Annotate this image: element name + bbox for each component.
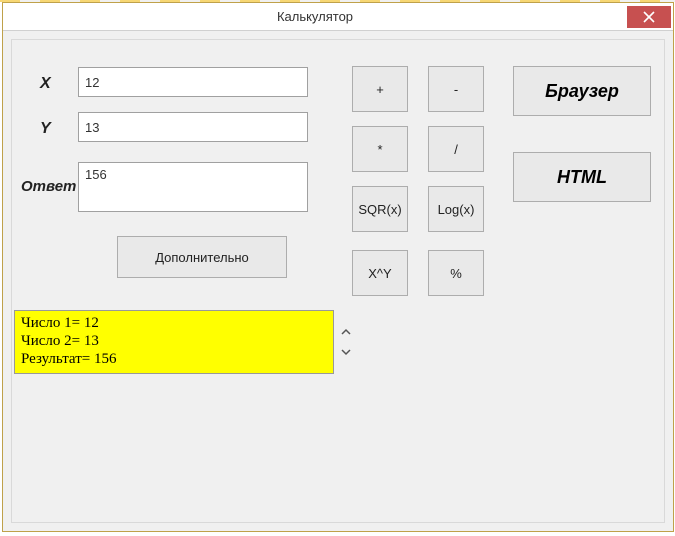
calculator-window: Калькулятор X Y Ответ 156 Дополнительно … (2, 2, 674, 532)
sqr-button[interactable]: SQR(x) (352, 186, 408, 232)
power-button[interactable]: X^Y (352, 250, 408, 296)
spinner-up-button[interactable] (338, 325, 354, 339)
spinner-down-button[interactable] (338, 345, 354, 359)
percent-button[interactable]: % (428, 250, 484, 296)
y-label: Y (40, 120, 51, 138)
chevron-up-icon (341, 328, 351, 336)
log-spinner (336, 310, 356, 374)
answer-label: Ответ (21, 178, 76, 195)
extra-button[interactable]: Дополнительно (117, 236, 287, 278)
html-button[interactable]: HTML (513, 152, 651, 202)
divide-button[interactable]: / (428, 126, 484, 172)
client-area: X Y Ответ 156 Дополнительно + - * / SQR(… (11, 39, 665, 523)
x-input[interactable] (78, 67, 308, 97)
log-line: Число 1= 12 (21, 314, 327, 332)
chevron-down-icon (341, 348, 351, 356)
x-label: X (40, 75, 51, 93)
close-icon (643, 11, 655, 23)
multiply-button[interactable]: * (352, 126, 408, 172)
y-input[interactable] (78, 112, 308, 142)
titlebar: Калькулятор (3, 3, 673, 31)
log-button[interactable]: Log(x) (428, 186, 484, 232)
log-line: Результат= 156 (21, 350, 327, 368)
plus-button[interactable]: + (352, 66, 408, 112)
close-button[interactable] (627, 6, 671, 28)
answer-output[interactable]: 156 (78, 162, 308, 212)
browser-button[interactable]: Браузер (513, 66, 651, 116)
log-output: Число 1= 12 Число 2= 13 Результат= 156 (14, 310, 334, 374)
window-title: Калькулятор (3, 9, 627, 24)
minus-button[interactable]: - (428, 66, 484, 112)
log-line: Число 2= 13 (21, 332, 327, 350)
